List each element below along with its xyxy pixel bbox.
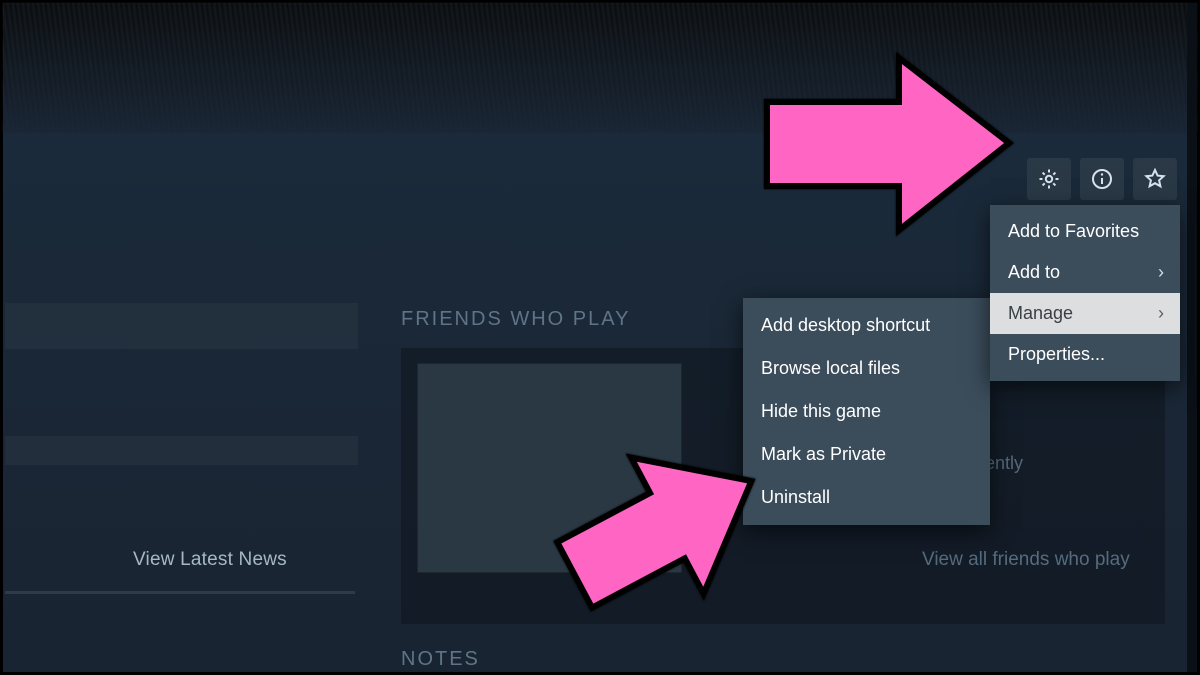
friends-who-play-heading: FRIENDS WHO PLAY: [401, 308, 630, 331]
menu-item-label: Add to Favorites: [1008, 221, 1139, 242]
view-latest-news-link[interactable]: View Latest News: [133, 549, 287, 571]
favorite-star-button[interactable]: [1133, 158, 1177, 200]
context-menu-item-manage[interactable]: Manage ›: [990, 293, 1180, 334]
left-panel-faded-text: [5, 378, 358, 433]
chevron-right-icon: ›: [1158, 303, 1164, 324]
submenu-item-mark-as-private[interactable]: Mark as Private: [743, 433, 990, 476]
info-icon: [1090, 167, 1114, 191]
view-all-friends-link[interactable]: View all friends who play: [922, 549, 1130, 571]
menu-item-label: Properties...: [1008, 344, 1105, 365]
info-button[interactable]: [1080, 158, 1124, 200]
menu-item-label: Manage: [1008, 303, 1073, 324]
menu-item-label: Add to: [1008, 262, 1060, 283]
left-panel-block: [5, 303, 358, 349]
left-panel-block-2: [5, 436, 358, 465]
submenu-item-browse-local-files[interactable]: Browse local files: [743, 347, 990, 390]
manage-submenu: Add desktop shortcut Browse local files …: [743, 298, 990, 525]
submenu-item-hide-this-game[interactable]: Hide this game: [743, 390, 990, 433]
window-right-edge: [1187, 3, 1197, 672]
submenu-item-uninstall[interactable]: Uninstall: [743, 476, 990, 519]
notes-heading: NOTES: [401, 648, 480, 671]
context-menu-item-add-to[interactable]: Add to ›: [990, 252, 1180, 293]
manage-gear-button[interactable]: [1027, 158, 1071, 200]
chevron-right-icon: ›: [1158, 262, 1164, 283]
gear-icon: [1037, 167, 1061, 191]
divider: [5, 591, 355, 594]
star-icon: [1143, 167, 1167, 191]
submenu-item-add-desktop-shortcut[interactable]: Add desktop shortcut: [743, 304, 990, 347]
annotation-arrow: [749, 48, 1019, 253]
annotation-arrow: [548, 433, 778, 628]
context-menu-item-properties[interactable]: Properties...: [990, 334, 1180, 375]
